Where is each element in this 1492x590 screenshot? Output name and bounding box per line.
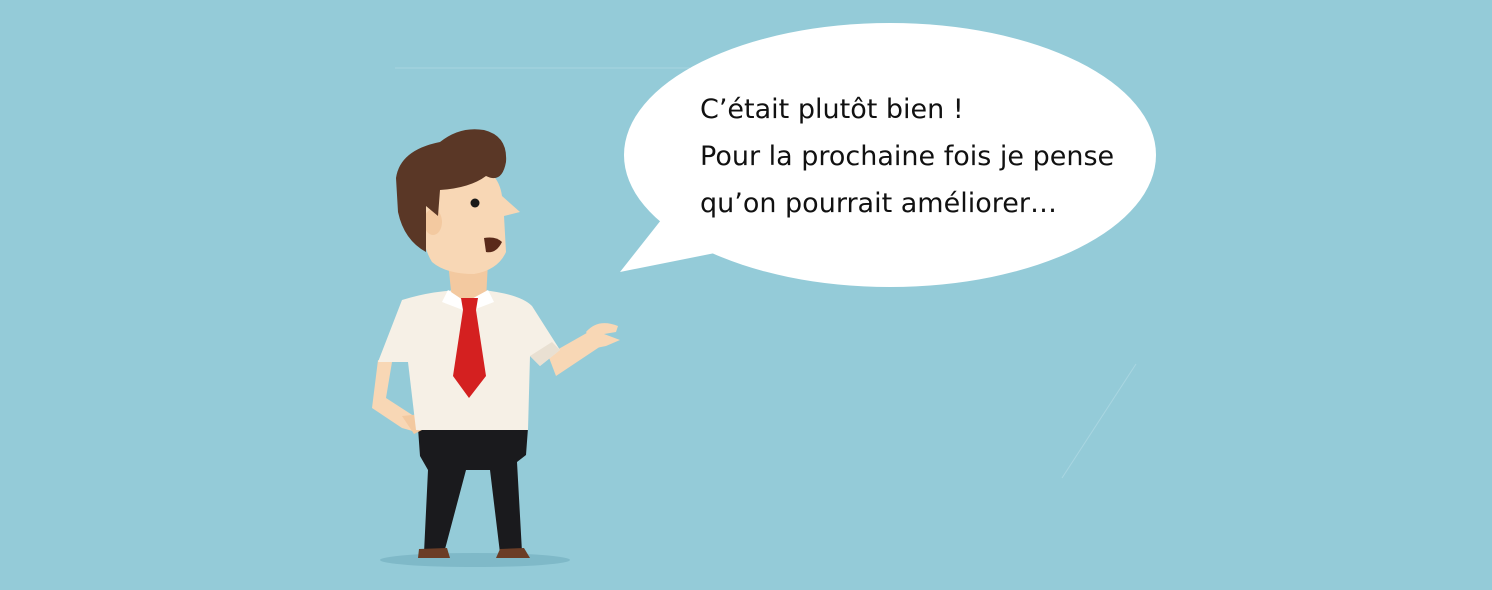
background-streak [1061, 363, 1137, 479]
ear [424, 209, 442, 235]
businessman-illustration [372, 129, 620, 567]
trousers [418, 428, 528, 553]
ground-shadow [380, 553, 570, 567]
speech-bubble-text: C’était plutôt bien ! Pour la prochaine … [700, 86, 1160, 227]
speech-line: Pour la prochaine fois je pense [700, 141, 1115, 172]
speech-line: qu’on pourrait améliorer… [700, 188, 1057, 219]
right-shoe [496, 548, 530, 558]
speech-line: C’était plutôt bien ! [700, 94, 964, 125]
eye [470, 198, 480, 208]
left-shoe [418, 548, 450, 558]
